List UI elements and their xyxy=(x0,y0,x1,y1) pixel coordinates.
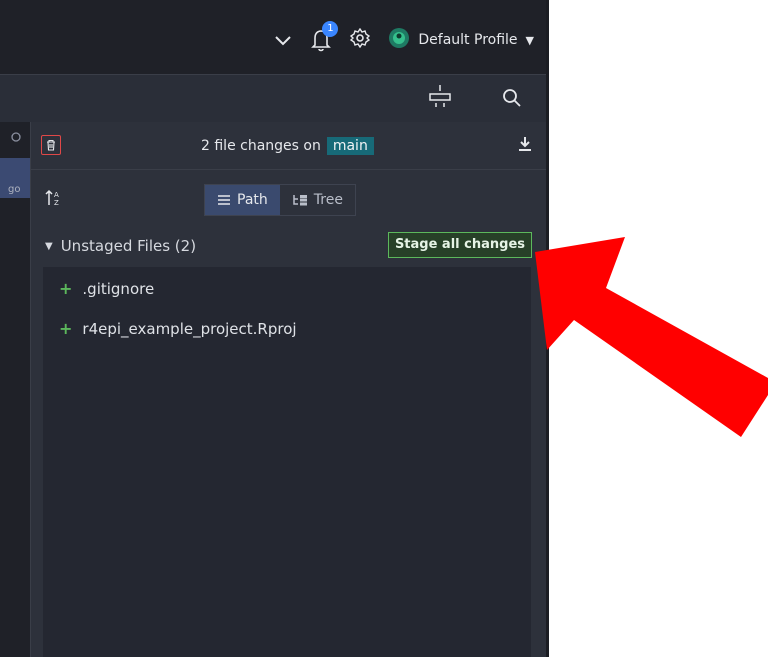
truncated-item-label: go xyxy=(8,184,21,195)
settings-icon[interactable] xyxy=(10,128,22,147)
search-icon[interactable] xyxy=(502,88,522,112)
added-icon: + xyxy=(59,319,73,338)
branch-chip: main xyxy=(326,137,374,155)
svg-text:Z: Z xyxy=(54,199,59,207)
tree-view-label: Tree xyxy=(313,192,343,208)
view-mode-toggle: Path Tree xyxy=(204,184,356,216)
list-icon xyxy=(218,195,230,205)
discard-changes-button[interactable] xyxy=(41,135,61,155)
window-edge xyxy=(546,0,549,657)
path-view-button[interactable]: Path xyxy=(205,185,280,215)
panel-header: 2 file changes on main xyxy=(31,122,546,170)
svg-text:A: A xyxy=(54,191,59,199)
sort-az-icon[interactable]: A Z xyxy=(45,189,63,211)
notification-bell-button[interactable]: 1 xyxy=(310,21,339,53)
unstaged-file-list: + .gitignore + r4epi_example_project.Rpr… xyxy=(43,267,531,657)
changes-count-text: 2 file changes on xyxy=(201,138,321,154)
top-bar: 1 Default Profile ▼ xyxy=(0,0,548,75)
gitkraken-window: 1 Default Profile ▼ go 2 file changes on… xyxy=(0,0,548,657)
file-name: r4epi_example_project.Rproj xyxy=(82,319,297,338)
unstaged-files-toggle[interactable]: ▼ Unstaged Files (2) xyxy=(45,237,196,255)
list-item[interactable]: + r4epi_example_project.Rproj xyxy=(59,319,297,338)
added-icon: + xyxy=(59,279,73,298)
caret-down-icon: ▼ xyxy=(525,33,534,47)
path-view-label: Path xyxy=(237,192,268,208)
profile-avatar-icon xyxy=(388,27,410,53)
toolbar xyxy=(0,75,548,123)
list-item[interactable]: + .gitignore xyxy=(59,279,154,298)
red-arrow-shape xyxy=(535,237,768,437)
stage-all-changes-button[interactable]: Stage all changes xyxy=(387,232,532,258)
topbar-actions: 1 Default Profile ▼ xyxy=(274,21,534,56)
left-sidebar-strip: go xyxy=(0,122,31,657)
unstaged-files-title: Unstaged Files (2) xyxy=(60,237,197,255)
caret-down-icon: ▼ xyxy=(45,240,53,252)
notification-badge: 1 xyxy=(322,21,339,37)
layout-toggle-icon[interactable] xyxy=(428,83,452,117)
unstaged-files-header: ▼ Unstaged Files (2) Stage all changes xyxy=(45,232,532,260)
profile-name: Default Profile xyxy=(418,32,518,48)
commit-panel: 2 file changes on main A Z Path Tree ▼ U… xyxy=(31,122,546,657)
file-name: .gitignore xyxy=(82,279,155,298)
trash-icon xyxy=(47,139,55,151)
profile-menu[interactable]: Default Profile ▼ xyxy=(388,27,534,53)
changes-summary: 2 file changes on main xyxy=(201,137,374,155)
tree-icon xyxy=(293,195,307,206)
chevron-down-icon[interactable] xyxy=(274,31,292,50)
download-icon[interactable] xyxy=(518,136,532,156)
tree-view-button[interactable]: Tree xyxy=(280,185,355,215)
gear-icon[interactable] xyxy=(350,27,371,52)
